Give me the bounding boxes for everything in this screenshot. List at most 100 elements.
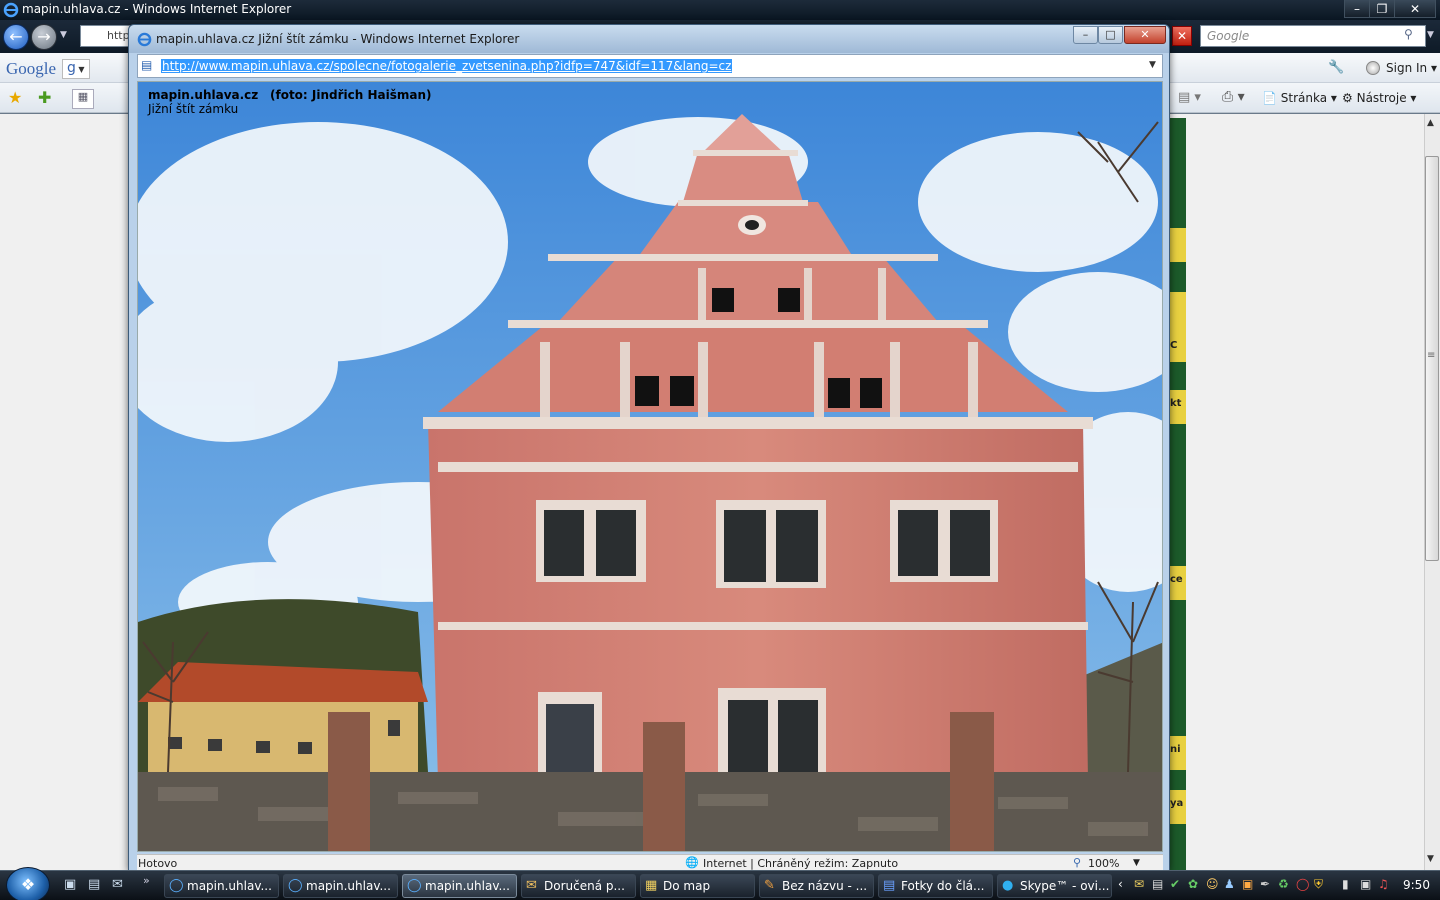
sidebar-tab[interactable]: ni (1170, 736, 1186, 770)
restore-button[interactable]: ❐ (1369, 0, 1395, 18)
google-logo[interactable]: Google (6, 59, 56, 79)
ie-icon (3, 2, 19, 21)
recent-pages-dropdown[interactable]: ▼ (60, 30, 67, 40)
print-icon[interactable]: ⎙ ▾ (1222, 89, 1245, 105)
chevron-down-icon: ▼ (75, 65, 85, 74)
sign-in-button[interactable]: Sign In ▾ (1366, 61, 1437, 75)
volume-muted-icon[interactable]: ♫ (1378, 877, 1389, 891)
popup-title: mapin.uhlava.cz Jižní štít zámku - Windo… (156, 32, 520, 46)
scroll-down-icon[interactable]: ▼ (1427, 854, 1434, 864)
monitor-tray-icon[interactable]: ▣ (1242, 877, 1253, 891)
page-menu-label: Stránka (1280, 91, 1328, 105)
gear-icon: ⚙ (1342, 91, 1353, 105)
recycle-tray-icon[interactable]: ♻ (1278, 877, 1289, 891)
taskbar-item[interactable]: ◯ mapin.uhlav... (164, 874, 279, 898)
close-icon: ✕ (1176, 29, 1188, 43)
taskbar-item[interactable]: ◯ mapin.uhlav... (283, 874, 398, 898)
mail-icon[interactable]: ✉ (112, 877, 123, 892)
ie-icon: ◯ (169, 878, 184, 893)
sidebar-tab[interactable]: ce (1170, 566, 1186, 600)
clock[interactable]: 9:50 (1403, 878, 1430, 892)
battery-tray-icon[interactable]: ▮ (1342, 877, 1349, 891)
search-input[interactable]: Google (1200, 25, 1426, 47)
taskbar-item-label: mapin.uhlav... (187, 879, 272, 893)
page-icon: ▤ (141, 58, 153, 72)
google-search-box[interactable]: g ▼ (62, 59, 90, 79)
taskbar-item-label: mapin.uhlav... (306, 879, 391, 893)
main-window-title: mapin.uhlava.cz - Windows Internet Explo… (22, 2, 292, 16)
popup-titlebar[interactable]: mapin.uhlava.cz Jižní štít zámku - Windo… (129, 25, 1169, 53)
caption-title: Jižní štít zámku (148, 102, 239, 116)
taskbar-item[interactable]: ✎ Bez názvu - ... (759, 874, 874, 898)
tray-expand-icon[interactable]: ‹ (1118, 877, 1123, 891)
url-text[interactable]: http://www.mapin.uhlava.cz/spolecne/foto… (161, 59, 733, 73)
show-desktop-icon[interactable]: ▣ (64, 877, 76, 892)
network-tray-icon[interactable]: ▣ (1360, 877, 1371, 891)
globe-icon: 🌐 (685, 856, 699, 869)
google-g-label: g (67, 60, 76, 76)
taskbar-item-label: Do map (663, 879, 711, 893)
popup-window: mapin.uhlava.cz Jižní štít zámku - Windo… (128, 24, 1170, 872)
taskbar-item[interactable]: ✉ Doručená p... (521, 874, 636, 898)
wrench-icon[interactable]: 🔧 (1328, 60, 1344, 75)
taskbar-item-active[interactable]: ◯ mapin.uhlav... (402, 874, 517, 898)
status-text: Hotovo (138, 857, 178, 870)
tools-menu-label: Nástroje (1356, 91, 1407, 105)
main-window-titlebar[interactable]: mapin.uhlava.cz - Windows Internet Explo… (0, 0, 1440, 20)
tools-menu-button[interactable]: ⚙ Nástroje ▾ (1342, 91, 1416, 105)
page-menu-button[interactable]: 📄 Stránka ▾ (1262, 91, 1337, 105)
clover-tray-icon[interactable]: ✿ (1188, 877, 1198, 891)
sidebar-tab[interactable] (1170, 228, 1186, 262)
pen-tray-icon[interactable]: ✒ (1260, 877, 1270, 891)
taskbar: ❖ ▣ ▤ ✉ » ◯ mapin.uhlav... ◯ mapin.uhlav..… (0, 867, 1440, 900)
shield-tray-icon[interactable]: ⛨ (1314, 877, 1323, 892)
quick-launch-chevron-icon[interactable]: » (143, 874, 150, 887)
forward-button[interactable]: → (31, 24, 57, 50)
castle-gable-photo (138, 82, 1162, 851)
feeds-icon[interactable]: ▤ ▾ (1178, 90, 1201, 105)
minimize-button[interactable]: – (1073, 26, 1098, 44)
maximize-button[interactable]: □ (1098, 26, 1123, 44)
ie-icon: ◯ (407, 878, 422, 893)
back-button[interactable]: ← (3, 24, 29, 50)
security-zone[interactable]: Internet | Chráněný režim: Zapnuto (703, 857, 898, 870)
grip-icon: ≡ (1427, 350, 1436, 361)
taskbar-item-label: Fotky do člá... (901, 879, 985, 893)
document-tray-icon[interactable]: ▤ (1152, 877, 1163, 891)
taskbar-item-label: Bez názvu - ... (782, 879, 868, 893)
chevron-down-icon[interactable]: ▼ (1149, 60, 1156, 70)
taskbar-item[interactable]: ▤ Fotky do člá... (878, 874, 993, 898)
taskbar-item[interactable]: ▦ Do map (640, 874, 755, 898)
search-icon[interactable]: ⚲ (1404, 27, 1413, 41)
stop-button[interactable]: ✕ (1172, 26, 1192, 46)
arrow-right-icon: → (37, 27, 51, 46)
start-button[interactable]: ❖ (6, 867, 50, 900)
minimize-button[interactable]: – (1344, 0, 1370, 18)
search-options-dropdown[interactable]: ▼ (1427, 30, 1434, 40)
zoom-icon: ⚲ (1073, 856, 1082, 869)
close-button[interactable]: ✕ (1124, 26, 1166, 44)
scroll-up-icon[interactable]: ▲ (1427, 118, 1434, 128)
smiley-tray-icon[interactable]: ☺ (1206, 877, 1219, 891)
favorites-star-icon[interactable]: ★ (8, 88, 22, 107)
address-bar[interactable]: http (80, 25, 130, 47)
mail-tray-icon[interactable]: ✉ (1134, 877, 1144, 891)
quick-tabs-icon[interactable]: ▦ (72, 89, 94, 109)
address-text: http (107, 29, 130, 42)
add-favorite-icon[interactable]: ✚ (38, 88, 51, 107)
switch-windows-icon[interactable]: ▤ (88, 877, 100, 892)
sidebar-tab[interactable]: kt (1170, 390, 1186, 424)
user-tray-icon[interactable]: ♟ (1224, 877, 1235, 891)
sign-in-label: Sign In (1386, 61, 1428, 75)
opera-tray-icon[interactable]: ◯ (1296, 877, 1309, 891)
sidebar-tab[interactable]: ya (1170, 790, 1186, 824)
skype-icon: ● (1002, 878, 1014, 893)
taskbar-item[interactable]: ● Skype™ - ovi... (997, 874, 1112, 898)
close-button[interactable]: ✕ (1394, 0, 1436, 18)
chevron-down-icon[interactable]: ▼ (1133, 858, 1140, 868)
sidebar-tab[interactable]: C (1170, 292, 1186, 362)
mail-icon: ✉ (526, 878, 537, 893)
zoom-level[interactable]: 100% (1088, 857, 1119, 870)
check-tray-icon[interactable]: ✔ (1170, 877, 1180, 891)
popup-address-bar[interactable]: ▤ http://www.mapin.uhlava.cz/spolecne/fo… (137, 54, 1163, 78)
